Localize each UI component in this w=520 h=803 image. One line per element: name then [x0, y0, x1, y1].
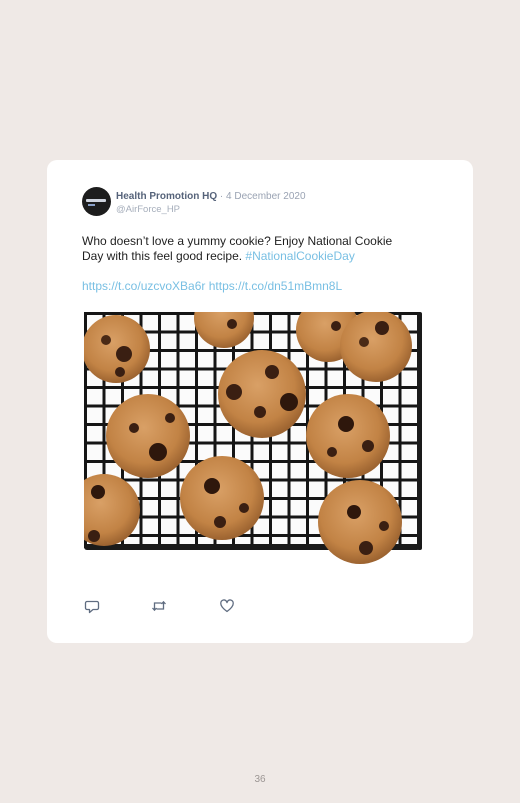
tweet-date[interactable]: 4 December 2020	[226, 191, 306, 202]
tweet-links: https://t.co/uzcvoXBa6r https://t.co/dn5…	[82, 279, 342, 294]
tweet-link-1[interactable]: https://t.co/uzcvoXBa6r	[82, 279, 205, 293]
tweet-text-line2: Day with this feel good recipe.	[82, 249, 246, 263]
reply-icon[interactable]	[84, 598, 100, 614]
heart-icon[interactable]	[219, 598, 235, 614]
cookie	[84, 315, 150, 383]
cookie	[106, 394, 190, 478]
cookie	[180, 456, 264, 540]
author-name[interactable]: Health Promotion HQ	[116, 191, 217, 202]
tweet-text: Who doesn’t love a yummy cookie? Enjoy N…	[82, 234, 442, 264]
tweet-text-line1: Who doesn’t love a yummy cookie? Enjoy N…	[82, 234, 393, 248]
cookie	[306, 394, 390, 478]
cookie-photo[interactable]	[84, 312, 437, 577]
retweet-icon[interactable]	[151, 598, 167, 614]
meta-separator: ·	[217, 191, 227, 202]
tweet-card: Health Promotion HQ · 4 December 2020 @A…	[47, 160, 473, 643]
cookie	[340, 312, 412, 382]
author-handle[interactable]: @AirForce_HP	[116, 203, 306, 216]
hashtag-link[interactable]: #NationalCookieDay	[245, 249, 354, 263]
page-number: 36	[254, 774, 266, 785]
avatar[interactable]	[82, 187, 111, 216]
tweet-link-2[interactable]: https://t.co/dn51mBmn8L	[209, 279, 342, 293]
tweet-meta: Health Promotion HQ · 4 December 2020 @A…	[116, 190, 306, 216]
cookie	[318, 480, 402, 564]
cookie-photo-image	[84, 312, 437, 577]
cookie	[218, 350, 306, 438]
